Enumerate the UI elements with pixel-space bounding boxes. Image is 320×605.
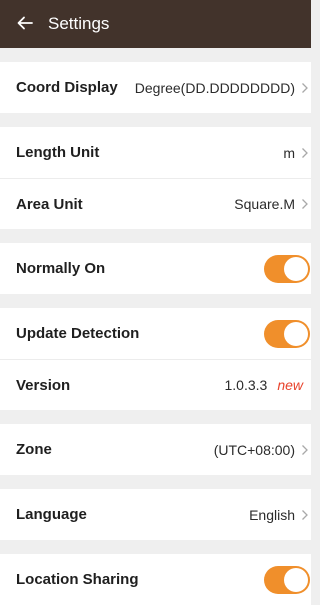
- area-unit-label: Area Unit: [16, 195, 83, 213]
- language-row[interactable]: Language English: [0, 489, 311, 540]
- location-sharing-label: Location Sharing: [16, 571, 139, 588]
- toggle-knob: [284, 321, 308, 346]
- version-value: 1.0.3.3 new: [224, 377, 303, 393]
- section-gap: [0, 113, 311, 127]
- section-gap: [0, 48, 311, 62]
- section-gap: [0, 294, 311, 308]
- new-badge: new: [277, 377, 303, 393]
- chevron-right-icon: [302, 147, 308, 158]
- page-title: Settings: [48, 14, 110, 33]
- version-row[interactable]: Version 1.0.3.3 new: [0, 359, 311, 410]
- normally-on-row: Normally On: [0, 243, 311, 294]
- chevron-right-icon: [302, 199, 308, 209]
- toggle-knob: [284, 567, 308, 592]
- location-sharing-row: Location Sharing: [0, 554, 311, 605]
- location-sharing-toggle[interactable]: [264, 565, 310, 594]
- language-value: English: [249, 506, 295, 523]
- coord-display-value: Degree(DD.DDDDDDDD): [134, 79, 295, 96]
- zone-value: (UTC+08:00): [213, 441, 295, 458]
- length-unit-value: m: [283, 144, 295, 161]
- area-unit-value: Square.M: [234, 196, 295, 212]
- length-unit-label: Length Unit: [16, 144, 100, 161]
- length-unit-row[interactable]: Length Unit m: [0, 127, 311, 178]
- chevron-right-icon: [302, 444, 308, 455]
- chevron-right-icon: [302, 82, 308, 93]
- coord-display-label: Coord Display: [16, 79, 118, 96]
- section-gap: [0, 475, 311, 489]
- normally-on-toggle[interactable]: [264, 254, 310, 283]
- chevron-right-icon: [302, 509, 308, 520]
- coord-display-row[interactable]: Coord Display Degree(DD.DDDDDDDD): [0, 62, 311, 113]
- update-detection-label: Update Detection: [16, 325, 140, 342]
- toggle-knob: [284, 256, 308, 281]
- section-gap: [0, 229, 311, 243]
- zone-row[interactable]: Zone (UTC+08:00): [0, 424, 311, 475]
- section-gap: [0, 410, 311, 424]
- arrow-left-icon[interactable]: [16, 14, 34, 32]
- update-detection-toggle[interactable]: [264, 319, 310, 348]
- app-bar: Settings: [0, 0, 311, 48]
- normally-on-label: Normally On: [16, 260, 106, 277]
- zone-label: Zone: [16, 441, 52, 458]
- update-detection-row: Update Detection: [0, 308, 311, 359]
- version-number: 1.0.3.3: [224, 377, 268, 393]
- version-label: Version: [16, 376, 71, 394]
- section-gap: [0, 540, 311, 554]
- area-unit-row[interactable]: Area Unit Square.M: [0, 178, 311, 229]
- language-label: Language: [16, 506, 87, 523]
